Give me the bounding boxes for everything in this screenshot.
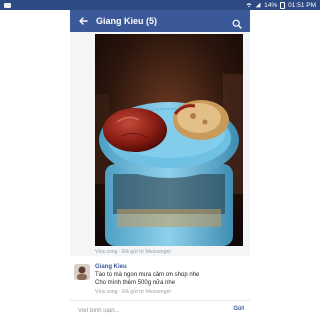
shared-photo[interactable] [95,34,243,246]
clock: 01:51 PM [288,1,316,9]
photo-meta: Vừa xong · Đã gửi từ Messenger [95,249,172,255]
comment-line: Táo to mà ngon mưa cảm ơn shop nhe [95,272,200,278]
messenger-notification-icon [4,2,11,8]
comment-line: Cho mình thêm 500g nữa nhe [95,280,176,286]
battery-icon [280,1,286,9]
comment: Giang Kieu Táo to mà ngon mưa cảm ơn sho… [70,258,250,300]
comment-author[interactable]: Giang Kieu [95,264,127,270]
comment-meta: Vừa xong · Đã gửi từ Messenger [95,289,172,295]
status-bar: 14% 01:51 PM [0,0,320,10]
page-title: Giang Kieu (5) [96,16,158,26]
comment-input[interactable] [76,305,220,316]
send-button[interactable]: Gửi [233,306,244,312]
photo-area: Vừa xong · Đã gửi từ Messenger [70,32,250,256]
app-bar: Giang Kieu (5) [70,10,250,32]
search-icon[interactable] [232,16,242,29]
arrow-left-icon[interactable] [78,16,88,26]
wifi-icon [246,3,252,8]
signal-icon [255,2,261,8]
avatar[interactable] [74,264,90,280]
battery-percent: 14% [264,1,278,9]
comment-composer: Gửi [70,300,250,320]
